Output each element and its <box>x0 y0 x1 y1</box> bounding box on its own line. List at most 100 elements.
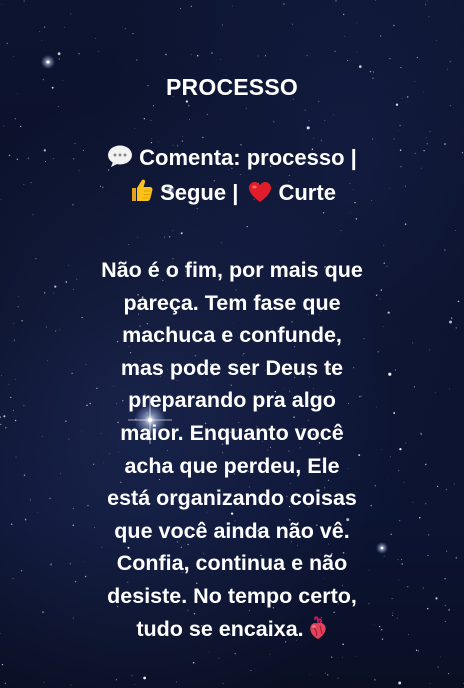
call-to-action: Comenta: processo | Segue | Curte <box>0 142 464 212</box>
star-dot <box>291 23 293 25</box>
star-dot <box>143 676 146 680</box>
anatomical-heart-icon <box>308 615 328 650</box>
message-body: Não é o fim, por mais que pareça. Tem fa… <box>0 254 464 649</box>
star-dot <box>234 652 236 655</box>
star-dot <box>232 5 234 7</box>
star-dot <box>356 655 357 657</box>
star-dot <box>264 55 267 57</box>
cta-line-2: Segue | Curte <box>0 177 464 212</box>
post-title: PROCESSO <box>166 74 298 100</box>
star-dot <box>44 26 46 28</box>
message-line: machuca e confunde, <box>122 323 342 348</box>
star-dot <box>41 39 42 41</box>
message-line-last: tudo se encaixa. <box>0 613 464 650</box>
star-dot <box>221 24 223 26</box>
message-line: preparando pra algo <box>128 388 336 413</box>
star-dot <box>98 51 100 52</box>
star-dot <box>222 683 224 685</box>
thumbs-up-icon <box>128 177 154 212</box>
star-dot <box>334 50 336 53</box>
star-dot <box>374 679 376 681</box>
message-line: está organizando coisas <box>107 486 357 511</box>
star-dot <box>192 661 195 664</box>
post-content: PROCESSO Comenta: processo | Segue | Cur… <box>0 70 464 649</box>
star-dot <box>331 656 333 658</box>
message-line: maior. Enquanto você <box>120 420 344 445</box>
star-dot <box>398 681 402 685</box>
message-line: desiste. No tempo certo, <box>107 583 357 608</box>
star-dot <box>309 674 311 675</box>
star-dot <box>70 684 72 686</box>
message-line: que você ainda não vê. <box>114 518 350 543</box>
star-dot <box>337 677 339 679</box>
star-dot <box>417 650 419 652</box>
star-dot <box>70 13 72 15</box>
star-dot <box>190 54 192 56</box>
star-dot <box>435 40 437 41</box>
star-dot <box>327 674 329 676</box>
star-dot <box>342 656 343 658</box>
star-dot <box>180 7 182 9</box>
star-dot <box>57 52 61 56</box>
cta-line-1: Comenta: processo | <box>0 142 464 177</box>
star-dot <box>1 3 3 5</box>
cta-follow-text: Segue | <box>160 180 239 205</box>
star-dot <box>190 5 192 7</box>
message-line: acha que perdeu, Ele <box>124 453 340 478</box>
star-dot <box>335 0 337 2</box>
star-dot <box>64 26 65 28</box>
message-line-text: tudo se encaixa. <box>136 616 304 641</box>
star-dot <box>283 3 285 5</box>
message-line: pareça. Tem fase que <box>123 290 341 315</box>
message-line: mas pode ser Deus te <box>120 355 344 380</box>
star-dot <box>426 0 428 2</box>
speech-bubble-icon <box>107 144 133 177</box>
cta-like-text: Curte <box>278 180 336 205</box>
star-dot <box>175 681 177 683</box>
star-dot <box>23 0 25 2</box>
star-dot <box>43 681 45 683</box>
cta-comment-text: Comenta: processo | <box>139 145 357 170</box>
star-dot <box>347 60 349 61</box>
star-dot <box>211 52 213 54</box>
star-dot <box>344 35 346 37</box>
star-dot <box>358 65 362 68</box>
star-dot <box>124 28 126 30</box>
star-dot <box>13 55 15 57</box>
star-dot <box>208 651 210 652</box>
star-dot <box>136 59 138 61</box>
star-dot <box>447 672 450 675</box>
star-dot <box>415 649 418 652</box>
star-dot <box>393 24 395 27</box>
star-dot <box>132 32 134 35</box>
star-dot <box>343 13 345 15</box>
red-heart-icon <box>248 180 272 212</box>
star-dot <box>39 31 40 32</box>
star-dot <box>4 682 7 685</box>
star-dot <box>257 55 259 57</box>
star-dot <box>389 57 391 60</box>
star-dot <box>218 657 220 659</box>
star-dot <box>250 669 252 672</box>
message-line: Não é o fim, por mais que <box>101 258 363 282</box>
star-dot <box>134 684 136 685</box>
star-dot <box>220 59 221 60</box>
star-dot <box>58 58 60 60</box>
star-dot <box>78 53 80 55</box>
star-dot <box>1 663 4 666</box>
star-dot <box>306 54 308 57</box>
star-dot <box>165 53 167 56</box>
star-dot <box>429 682 431 684</box>
star-dot <box>324 672 326 674</box>
star-dot <box>449 61 451 63</box>
star-dot <box>416 56 418 58</box>
star-dot <box>6 42 8 44</box>
story-screen: PROCESSO Comenta: processo | Segue | Cur… <box>0 0 464 688</box>
star-dot <box>380 35 382 37</box>
star-dot <box>375 0 376 1</box>
star-dot <box>428 16 430 18</box>
star-dot <box>400 67 402 68</box>
star-dot <box>131 675 133 677</box>
star-dot <box>356 51 358 53</box>
star-dot <box>115 679 117 681</box>
